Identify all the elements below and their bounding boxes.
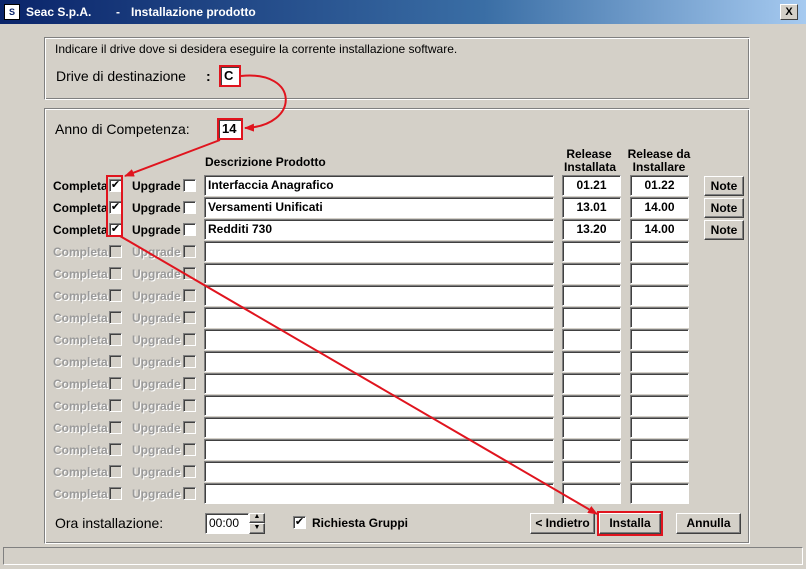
- arrow-completa-to-installa: [119, 235, 598, 515]
- annotation-arrows: [119, 74, 598, 515]
- arrow-drive-to-anno: [240, 74, 287, 132]
- arrow-anno-to-completa: [124, 139, 221, 177]
